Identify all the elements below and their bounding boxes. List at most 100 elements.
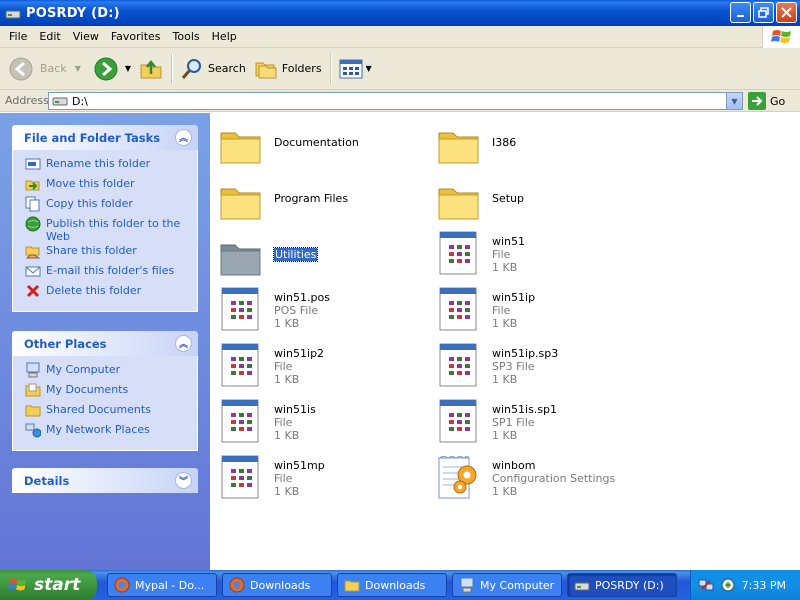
taskbar-item-downloads-1[interactable]: Downloads	[222, 573, 332, 597]
forward-button[interactable]: ▼	[89, 52, 135, 86]
views-button[interactable]: ▼	[335, 52, 376, 86]
panel-title: Details	[24, 473, 70, 488]
task-email-files[interactable]: E-mail this folder's files	[25, 263, 189, 283]
file-folder-tasks-panel: File and Folder Tasks ︽ Rename this fold…	[12, 125, 198, 312]
folder-item[interactable]: I386	[436, 121, 636, 173]
search-icon	[181, 58, 202, 79]
file-item[interactable]: win51ip2 File 1 KB	[218, 341, 418, 393]
back-dropdown-icon[interactable]: ▼	[75, 64, 81, 73]
menu-help[interactable]: Help	[206, 30, 243, 43]
task-publish-folder[interactable]: Publish this folder to the Web	[25, 216, 189, 243]
go-arrow-icon	[748, 92, 766, 110]
network-tray-icon[interactable]	[698, 577, 714, 593]
file-type: Configuration Settings	[492, 472, 616, 485]
menu-tools[interactable]: Tools	[167, 30, 206, 43]
collapse-chevron-icon[interactable]: ︽	[175, 129, 192, 146]
file-item[interactable]: win51mp File 1 KB	[218, 453, 418, 505]
address-label: Address	[5, 94, 49, 107]
tray-app-icon[interactable]	[720, 577, 736, 593]
task-move-folder[interactable]: Move this folder	[25, 176, 189, 196]
computer-icon	[460, 577, 474, 593]
file-item[interactable]: win51ip File 1 KB	[436, 285, 636, 337]
menu-edit[interactable]: Edit	[33, 30, 66, 43]
file-icon	[439, 343, 477, 387]
search-button[interactable]: Search	[176, 52, 250, 86]
forward-dropdown-icon[interactable]: ▼	[125, 64, 131, 73]
start-button[interactable]: start	[0, 570, 97, 600]
clock[interactable]: 7:33 PM	[742, 579, 786, 592]
file-item[interactable]: win51is File 1 KB	[218, 397, 418, 449]
task-share-folder[interactable]: Share this folder	[25, 243, 189, 263]
config-settings-icon	[438, 456, 477, 499]
file-name: win51ip.sp3	[492, 347, 559, 360]
minimize-button[interactable]	[730, 2, 751, 23]
copy-icon	[25, 196, 40, 212]
up-folder-button[interactable]	[135, 52, 167, 86]
taskbar-item-mypal[interactable]: Mypal - Do...	[107, 573, 217, 597]
other-places-header[interactable]: Other Places ︽	[12, 331, 198, 356]
file-name: win51ip	[492, 291, 536, 304]
rename-icon	[25, 158, 41, 170]
task-rename-folder[interactable]: Rename this folder	[25, 156, 189, 176]
address-dropdown-button[interactable]: ▼	[726, 93, 742, 109]
browser-icon	[114, 577, 130, 593]
place-my-documents[interactable]: My Documents	[25, 382, 189, 402]
file-name: win51ip2	[274, 347, 325, 360]
file-type: File	[274, 360, 293, 373]
file-item[interactable]: win51 File 1 KB	[436, 229, 636, 281]
expand-chevron-icon[interactable]: ︾	[175, 472, 192, 489]
globe-icon	[25, 216, 41, 232]
back-button[interactable]: Back ▼	[4, 52, 85, 86]
folder-icon	[220, 132, 261, 164]
views-dropdown-icon: ▼	[365, 64, 372, 73]
menu-file[interactable]: File	[0, 30, 33, 43]
task-copy-folder[interactable]: Copy this folder	[25, 196, 189, 216]
file-type: File	[274, 472, 293, 485]
place-my-computer[interactable]: My Computer	[25, 362, 189, 382]
system-tray: 7:33 PM	[690, 570, 800, 600]
file-item[interactable]: winbom Configuration Settings 1 KB	[436, 453, 636, 505]
file-name: Setup	[492, 192, 525, 205]
address-input[interactable]: D:\ ▼	[48, 92, 743, 110]
file-icon	[221, 399, 259, 443]
taskbar-item-my-computer[interactable]: My Computer	[452, 573, 562, 597]
file-name: win51is	[274, 403, 316, 416]
file-item[interactable]: win51ip.sp3 SP3 File 1 KB	[436, 341, 636, 393]
file-folder-tasks-header[interactable]: File and Folder Tasks ︽	[12, 125, 198, 150]
file-item[interactable]: win51is.sp1 SP1 File 1 KB	[436, 397, 636, 449]
place-my-network-places[interactable]: My Network Places	[25, 422, 189, 442]
views-icon	[339, 59, 363, 78]
details-header[interactable]: Details ︾	[12, 468, 198, 493]
file-type: POS File	[274, 304, 319, 317]
task-delete-folder[interactable]: Delete this folder	[25, 283, 189, 303]
folder-icon	[220, 188, 261, 220]
folder-item[interactable]: Program Files	[218, 177, 418, 229]
restore-button[interactable]	[753, 2, 774, 23]
folder-item-selected[interactable]: Utilities	[218, 233, 418, 285]
title-bar[interactable]: POSRDY (D:)	[0, 0, 800, 26]
place-shared-documents[interactable]: Shared Documents	[25, 402, 189, 422]
file-item[interactable]: win51.pos POS File 1 KB	[218, 285, 418, 337]
folders-label: Folders	[281, 62, 322, 75]
file-type: File	[492, 248, 511, 261]
folders-button[interactable]: Folders	[250, 52, 326, 86]
taskbar-item-downloads-2[interactable]: Downloads	[337, 573, 447, 597]
taskbar-item-posrdy[interactable]: POSRDY (D:)	[567, 573, 677, 597]
folder-icon	[438, 132, 479, 164]
file-size: 1 KB	[492, 429, 518, 442]
folder-item[interactable]: Documentation	[218, 121, 418, 173]
other-places-panel: Other Places ︽ My Computer My Documents …	[12, 331, 198, 451]
start-label: start	[34, 575, 81, 595]
folder-icon	[220, 244, 261, 276]
menu-favorites[interactable]: Favorites	[105, 30, 167, 43]
drive-icon	[5, 10, 21, 19]
file-icon	[221, 343, 259, 387]
menu-view[interactable]: View	[67, 30, 105, 43]
go-button[interactable]: Go	[748, 92, 785, 110]
file-name: Documentation	[274, 136, 359, 149]
collapse-chevron-icon[interactable]: ︽	[175, 335, 192, 352]
folder-item[interactable]: Setup	[436, 177, 636, 229]
file-list[interactable]: Documentation I386 Program Files Setup U…	[210, 113, 800, 570]
close-button[interactable]	[776, 2, 797, 23]
restore-icon	[758, 7, 769, 18]
